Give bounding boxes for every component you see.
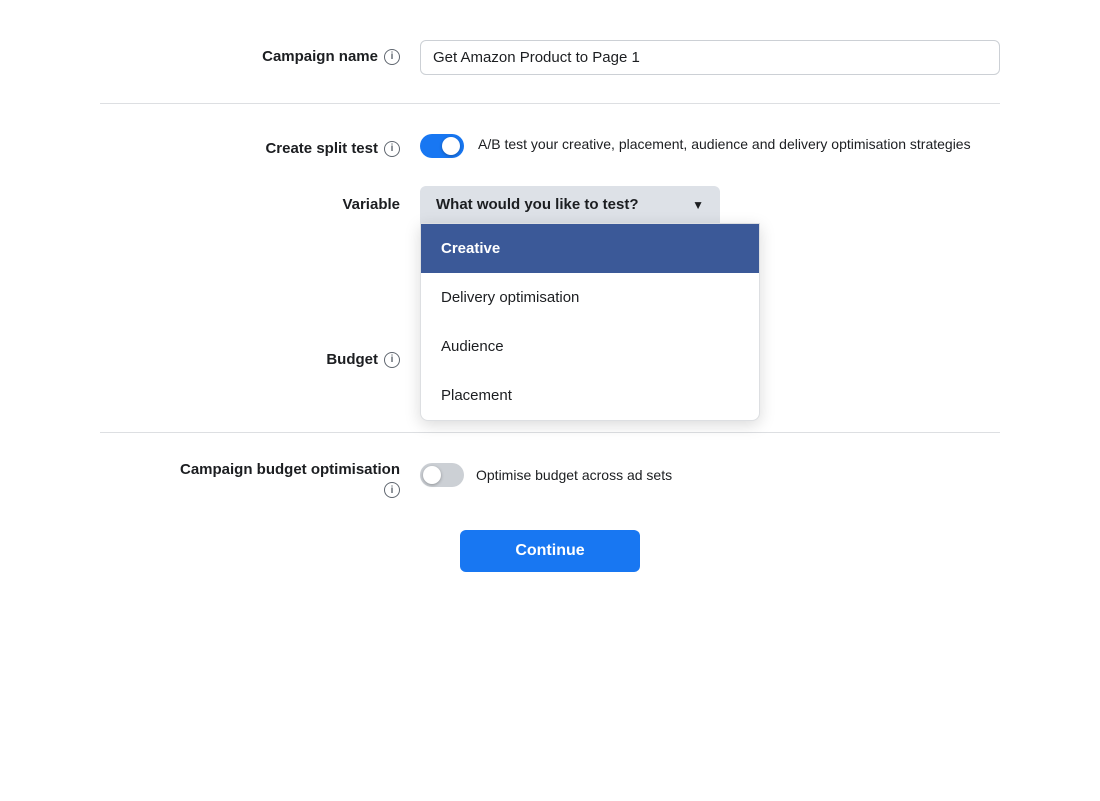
campaign-name-input[interactable] <box>420 40 1000 75</box>
split-test-content: A/B test your creative, placement, audie… <box>420 132 971 158</box>
variable-label: Variable <box>100 186 420 213</box>
dropdown-placeholder-text: What would you like to test? <box>436 196 639 213</box>
cbo-row: Campaign budget optimisation i Optimise … <box>100 461 1000 498</box>
dropdown-item-creative[interactable]: Creative <box>421 224 759 273</box>
budget-info-icon[interactable]: i <box>384 352 400 368</box>
form-container: Campaign name i Create split test i A/B … <box>100 40 1000 572</box>
split-test-toggle-container <box>420 134 464 158</box>
campaign-name-label-text: Campaign name <box>262 48 378 65</box>
budget-label-text: Budget <box>326 351 378 368</box>
split-test-info-icon[interactable]: i <box>384 141 400 157</box>
campaign-name-row: Campaign name i <box>100 40 1000 75</box>
cbo-toggle[interactable] <box>420 463 464 487</box>
cbo-label-text: Campaign budget optimisation <box>180 461 400 478</box>
variable-dropdown-wrapper: What would you like to test? ▼ Creative … <box>420 186 720 223</box>
split-test-slider <box>420 134 464 158</box>
variable-label-text: Variable <box>342 196 400 213</box>
cbo-description-text: Optimise budget across ad sets <box>476 467 672 483</box>
split-test-row: Create split test i A/B test your creati… <box>100 132 1000 158</box>
cbo-content: Optimise budget across ad sets <box>420 461 672 487</box>
cbo-label-top: Campaign budget optimisation <box>100 461 400 478</box>
split-test-label-text: Create split test <box>265 140 378 157</box>
dropdown-item-audience[interactable]: Audience <box>421 322 759 371</box>
divider-2 <box>100 432 1000 433</box>
variable-dropdown-menu: Creative Delivery optimisation Audience … <box>420 223 760 421</box>
campaign-name-label: Campaign name i <box>100 40 420 65</box>
dropdown-item-placement[interactable]: Placement <box>421 371 759 420</box>
variable-row: Variable What would you like to test? ▼ … <box>100 186 1000 223</box>
chevron-down-icon: ▼ <box>692 198 704 212</box>
split-test-description: A/B test your creative, placement, audie… <box>478 132 971 155</box>
campaign-name-info-icon[interactable]: i <box>384 49 400 65</box>
continue-button[interactable]: Continue <box>460 530 640 572</box>
variable-dropdown-trigger[interactable]: What would you like to test? ▼ <box>420 186 720 223</box>
divider-1 <box>100 103 1000 104</box>
split-test-toggle[interactable] <box>420 134 464 158</box>
cbo-label: Campaign budget optimisation i <box>100 461 420 498</box>
dropdown-item-delivery[interactable]: Delivery optimisation <box>421 273 759 322</box>
cbo-info-icon[interactable]: i <box>384 482 400 498</box>
split-test-label: Create split test i <box>100 132 420 157</box>
continue-btn-row: Continue <box>100 530 1000 572</box>
budget-label: Budget i <box>100 343 420 368</box>
cbo-toggle-slider <box>420 463 464 487</box>
